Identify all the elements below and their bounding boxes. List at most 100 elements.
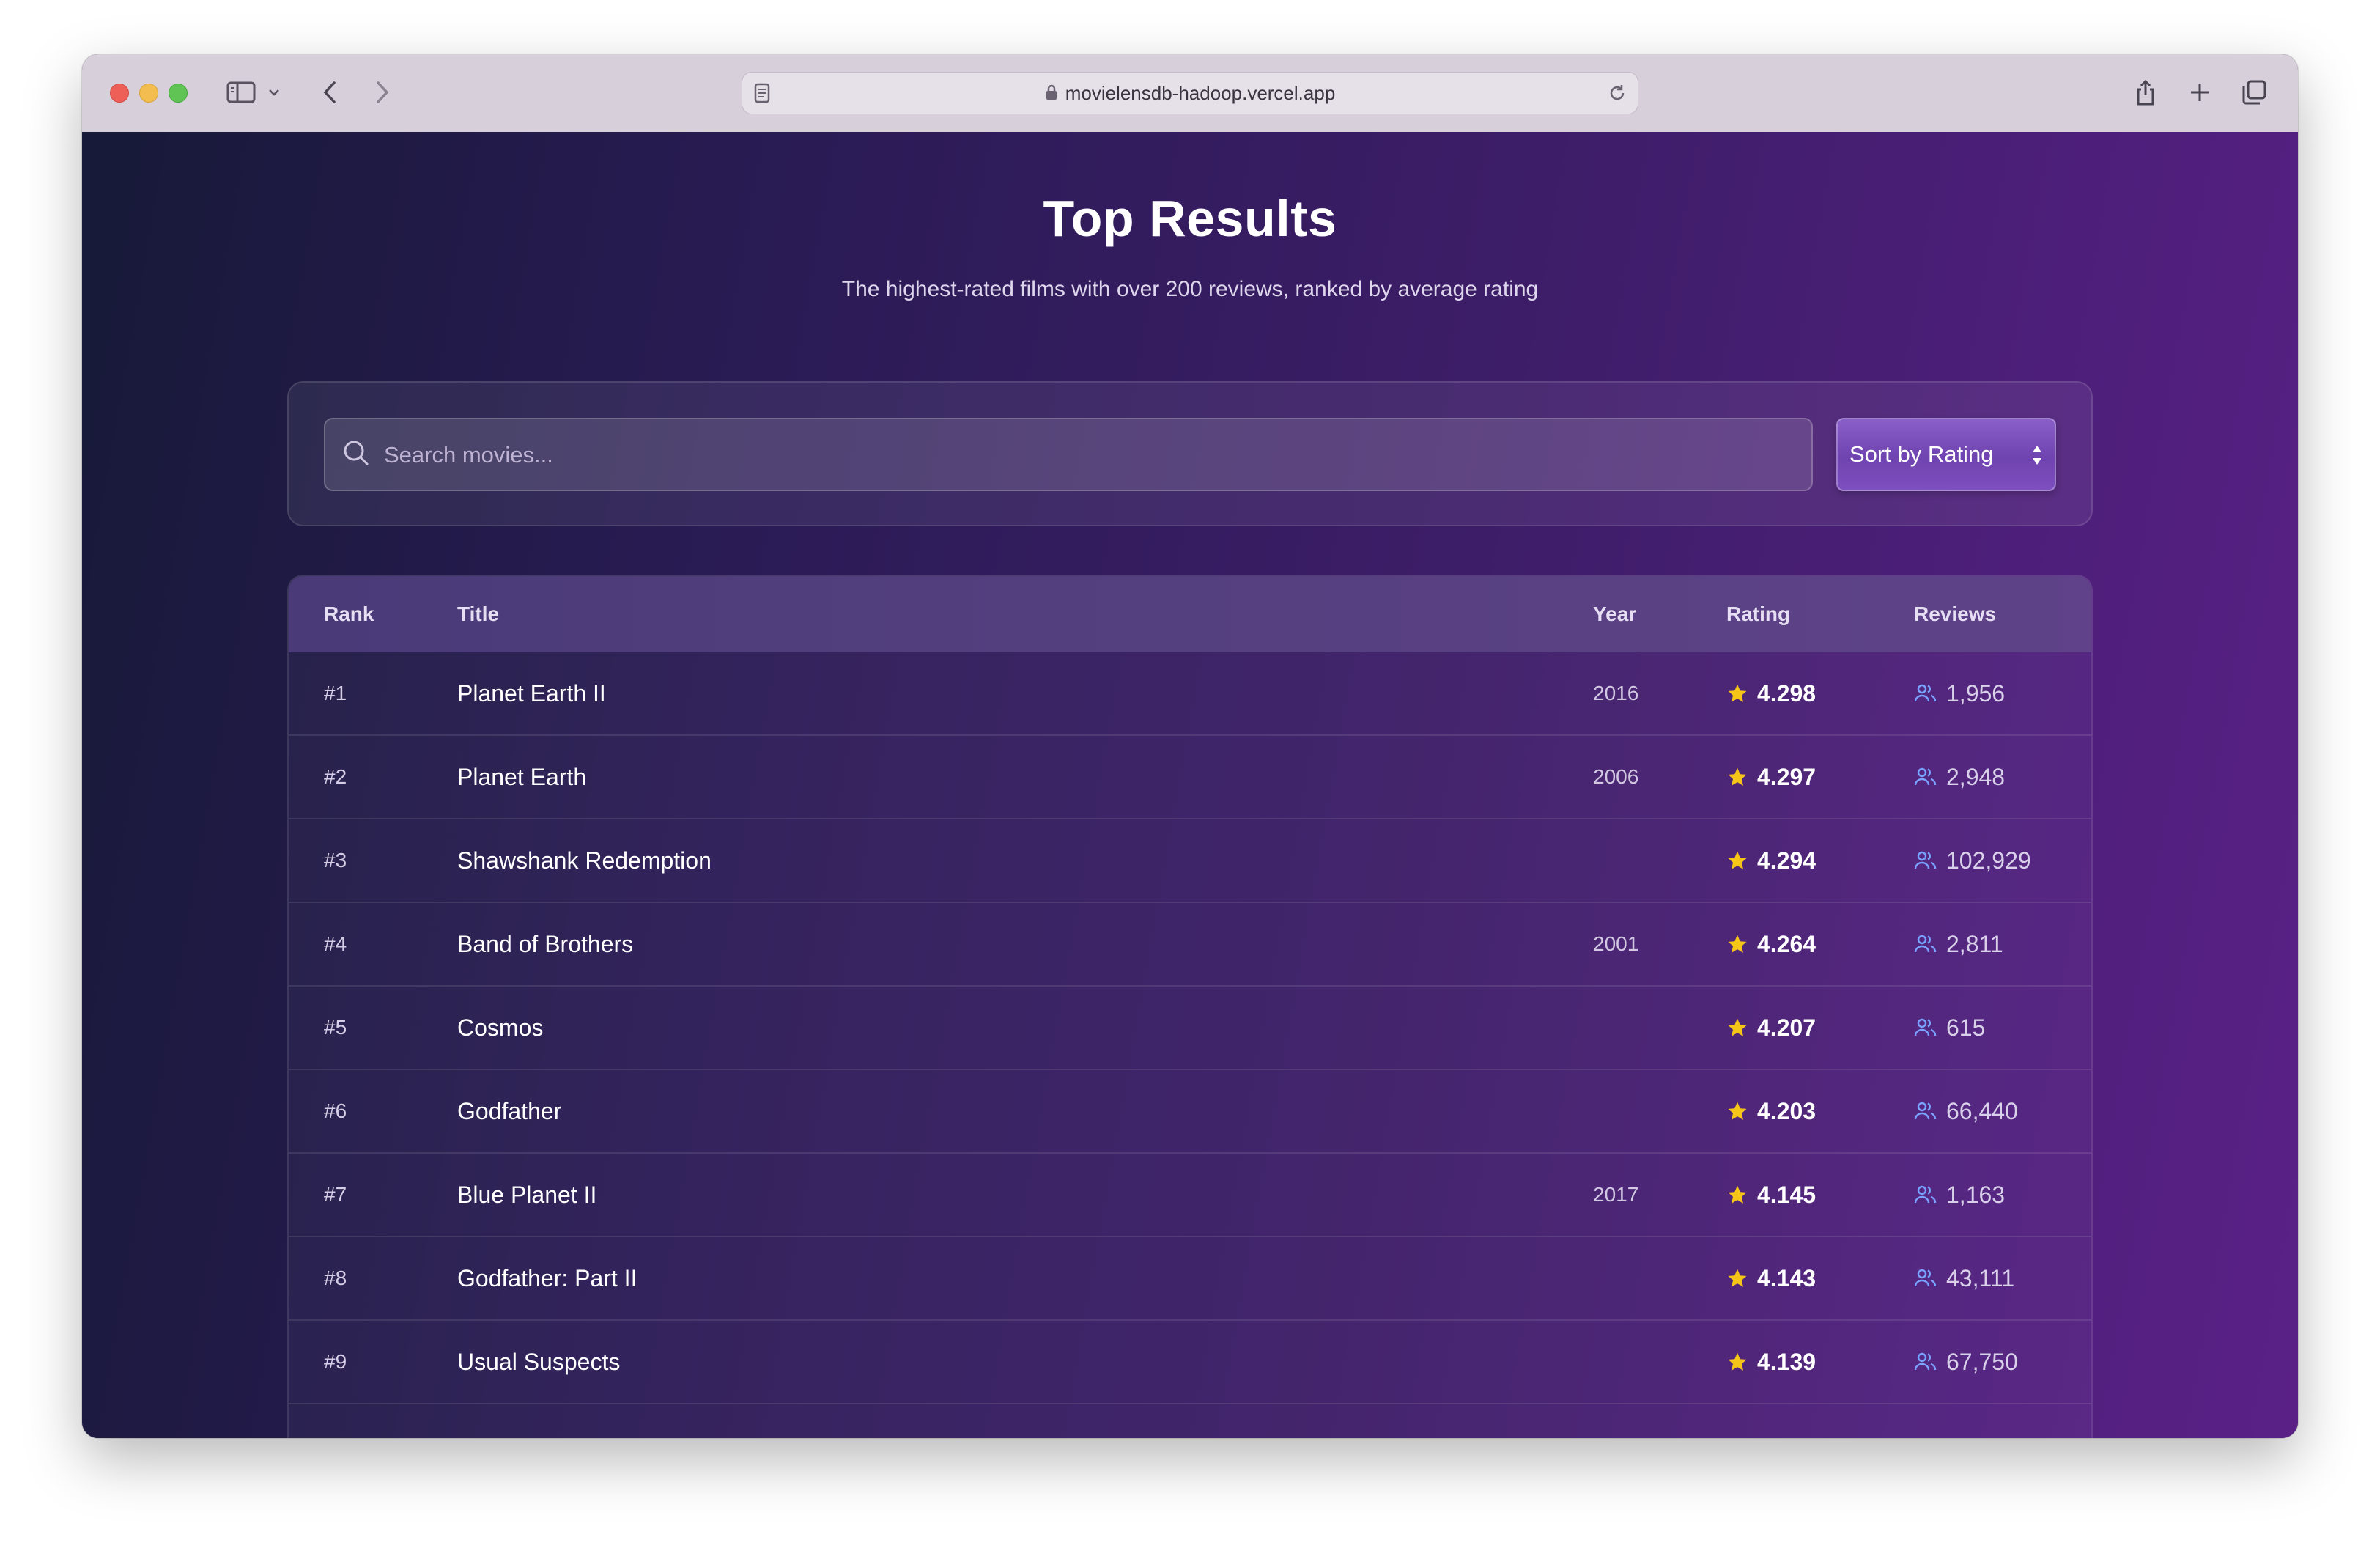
table-row[interactable]: #9 Usual Suspects 4.139 67,750 <box>289 1321 2091 1404</box>
table-row[interactable]: #7 Blue Planet II 2017 4.145 1,163 <box>289 1154 2091 1237</box>
row-year: 2016 <box>1593 682 1639 704</box>
share-icon[interactable] <box>2131 73 2160 111</box>
url-text: movielensdb-hadoop.vercel.app <box>1065 82 1336 104</box>
forward-icon[interactable] <box>368 73 397 111</box>
row-year: 2001 <box>1593 932 1639 955</box>
table-row[interactable]: #6 Godfather 4.203 66,440 <box>289 1070 2091 1154</box>
row-rank: #4 <box>324 932 347 955</box>
row-title: Shawshank Redemption <box>457 847 712 874</box>
chevron-down-icon[interactable] <box>265 73 283 111</box>
row-reviews: 2,948 <box>1914 736 2005 818</box>
column-header-rank[interactable]: Rank <box>324 576 374 652</box>
rating-value: 4.139 <box>1757 1349 1817 1375</box>
row-rank: #9 <box>324 1350 347 1373</box>
row-title: Godfather: Part II <box>457 1265 638 1291</box>
reviews-value: 102,929 <box>1946 847 2031 874</box>
row-rating: 4.298 <box>1726 652 1816 734</box>
sort-dropdown-label: Sort by Rating <box>1849 441 1994 467</box>
row-rank: #6 <box>324 1099 347 1122</box>
sort-dropdown[interactable]: Sort by Rating <box>1836 418 2056 491</box>
row-title: Planet Earth II <box>457 680 606 707</box>
tabs-overview-icon[interactable] <box>2238 73 2270 111</box>
search-box[interactable] <box>324 418 1813 491</box>
reviews-value: 1,956 <box>1946 680 2006 707</box>
results-table: Rank Title Year Rating Reviews #1 Planet… <box>287 575 2093 1438</box>
users-icon <box>1914 767 1937 785</box>
search-input[interactable] <box>382 419 1778 491</box>
row-title: Cosmos <box>457 1014 544 1041</box>
page-title: Top Results <box>1043 190 1337 247</box>
row-reviews: 2,811 <box>1914 903 2003 985</box>
rating-value: 4.203 <box>1757 1098 1817 1124</box>
close-window-button[interactable] <box>110 84 129 103</box>
column-header-rating[interactable]: Rating <box>1726 576 1790 652</box>
reviews-value: 615 <box>1946 1014 1986 1041</box>
users-icon <box>1914 1185 1937 1203</box>
row-reviews: 615 <box>1914 987 1985 1069</box>
new-tab-icon[interactable] <box>2185 73 2214 111</box>
row-rank: #7 <box>324 1183 347 1206</box>
row-rating: 4.207 <box>1726 987 1816 1069</box>
sidebar-toggle-icon[interactable] <box>223 73 259 111</box>
maximize-window-button[interactable] <box>169 84 188 103</box>
star-icon <box>1728 684 1747 702</box>
row-title: Band of Brothers <box>457 931 634 957</box>
table-row[interactable]: #2 Planet Earth 2006 4.297 2,948 <box>289 736 2091 819</box>
row-reviews: 43,111 <box>1914 1237 2014 1319</box>
row-reviews: 67,750 <box>1914 1321 2018 1403</box>
select-arrows-icon <box>2031 444 2043 470</box>
rating-value: 4.298 <box>1757 680 1817 707</box>
column-header-title[interactable]: Title <box>457 576 499 652</box>
row-rating: 4.264 <box>1726 903 1816 985</box>
rating-value: 4.297 <box>1757 764 1817 790</box>
page-content: Top Results The highest-rated films with… <box>82 132 2298 1438</box>
users-icon <box>1914 1352 1937 1370</box>
rating-value: 4.145 <box>1757 1182 1817 1208</box>
users-icon <box>1914 1018 1937 1036</box>
star-icon <box>1728 1185 1747 1204</box>
row-rank: #2 <box>324 765 347 788</box>
browser-window: movielensdb-hadoop.vercel.app Top Result… <box>82 54 2298 1438</box>
address-bar[interactable]: movielensdb-hadoop.vercel.app <box>742 72 1638 114</box>
rating-value: 4.264 <box>1757 931 1817 957</box>
row-rating: 4.139 <box>1726 1321 1816 1403</box>
users-icon <box>1914 684 1937 701</box>
table-row[interactable]: #8 Godfather: Part II 4.143 43,111 <box>289 1237 2091 1321</box>
star-icon <box>1728 767 1747 786</box>
reviews-value: 2,811 <box>1946 931 2003 957</box>
row-title: Usual Suspects <box>457 1349 621 1375</box>
row-rating: 4.297 <box>1726 736 1816 818</box>
lock-icon <box>1045 74 1058 115</box>
row-rank: #1 <box>324 682 347 704</box>
column-header-reviews[interactable]: Reviews <box>1914 576 1996 652</box>
row-rating: 4.203 <box>1726 1070 1816 1152</box>
row-reviews: 1,163 <box>1914 1154 2005 1236</box>
star-icon <box>1728 851 1747 869</box>
row-title: Blue Planet II <box>457 1182 597 1208</box>
row-year: 2017 <box>1593 1183 1639 1206</box>
table-header: Rank Title Year Rating Reviews <box>289 576 2091 652</box>
table-row[interactable]: #1 Planet Earth II 2016 4.298 1,956 <box>289 652 2091 736</box>
browser-toolbar: movielensdb-hadoop.vercel.app <box>82 54 2298 133</box>
reviews-value: 1,163 <box>1946 1182 2006 1208</box>
users-icon <box>1914 851 1937 869</box>
star-icon <box>1728 1269 1747 1287</box>
minimize-window-button[interactable] <box>139 84 158 103</box>
page-subtitle: The highest-rated films with over 200 re… <box>841 277 1539 301</box>
table-row[interactable]: #4 Band of Brothers 2001 4.264 2,811 <box>289 903 2091 987</box>
reviews-value: 67,750 <box>1946 1349 2018 1375</box>
rating-value: 4.143 <box>1757 1265 1817 1291</box>
back-icon[interactable] <box>315 73 344 111</box>
users-icon <box>1914 1102 1937 1119</box>
row-rating: 4.145 <box>1726 1154 1816 1236</box>
rating-value: 4.207 <box>1757 1014 1817 1041</box>
column-header-year[interactable]: Year <box>1593 576 1636 652</box>
row-rank: #3 <box>324 849 347 871</box>
reload-icon[interactable] <box>1607 83 1627 107</box>
users-icon <box>1914 935 1937 952</box>
star-icon <box>1728 1018 1747 1036</box>
row-reviews: 102,929 <box>1914 819 2031 902</box>
table-row[interactable]: #3 Shawshank Redemption 4.294 102,929 <box>289 819 2091 903</box>
row-title: Godfather <box>457 1098 562 1124</box>
table-row[interactable]: #5 Cosmos 4.207 615 <box>289 987 2091 1070</box>
